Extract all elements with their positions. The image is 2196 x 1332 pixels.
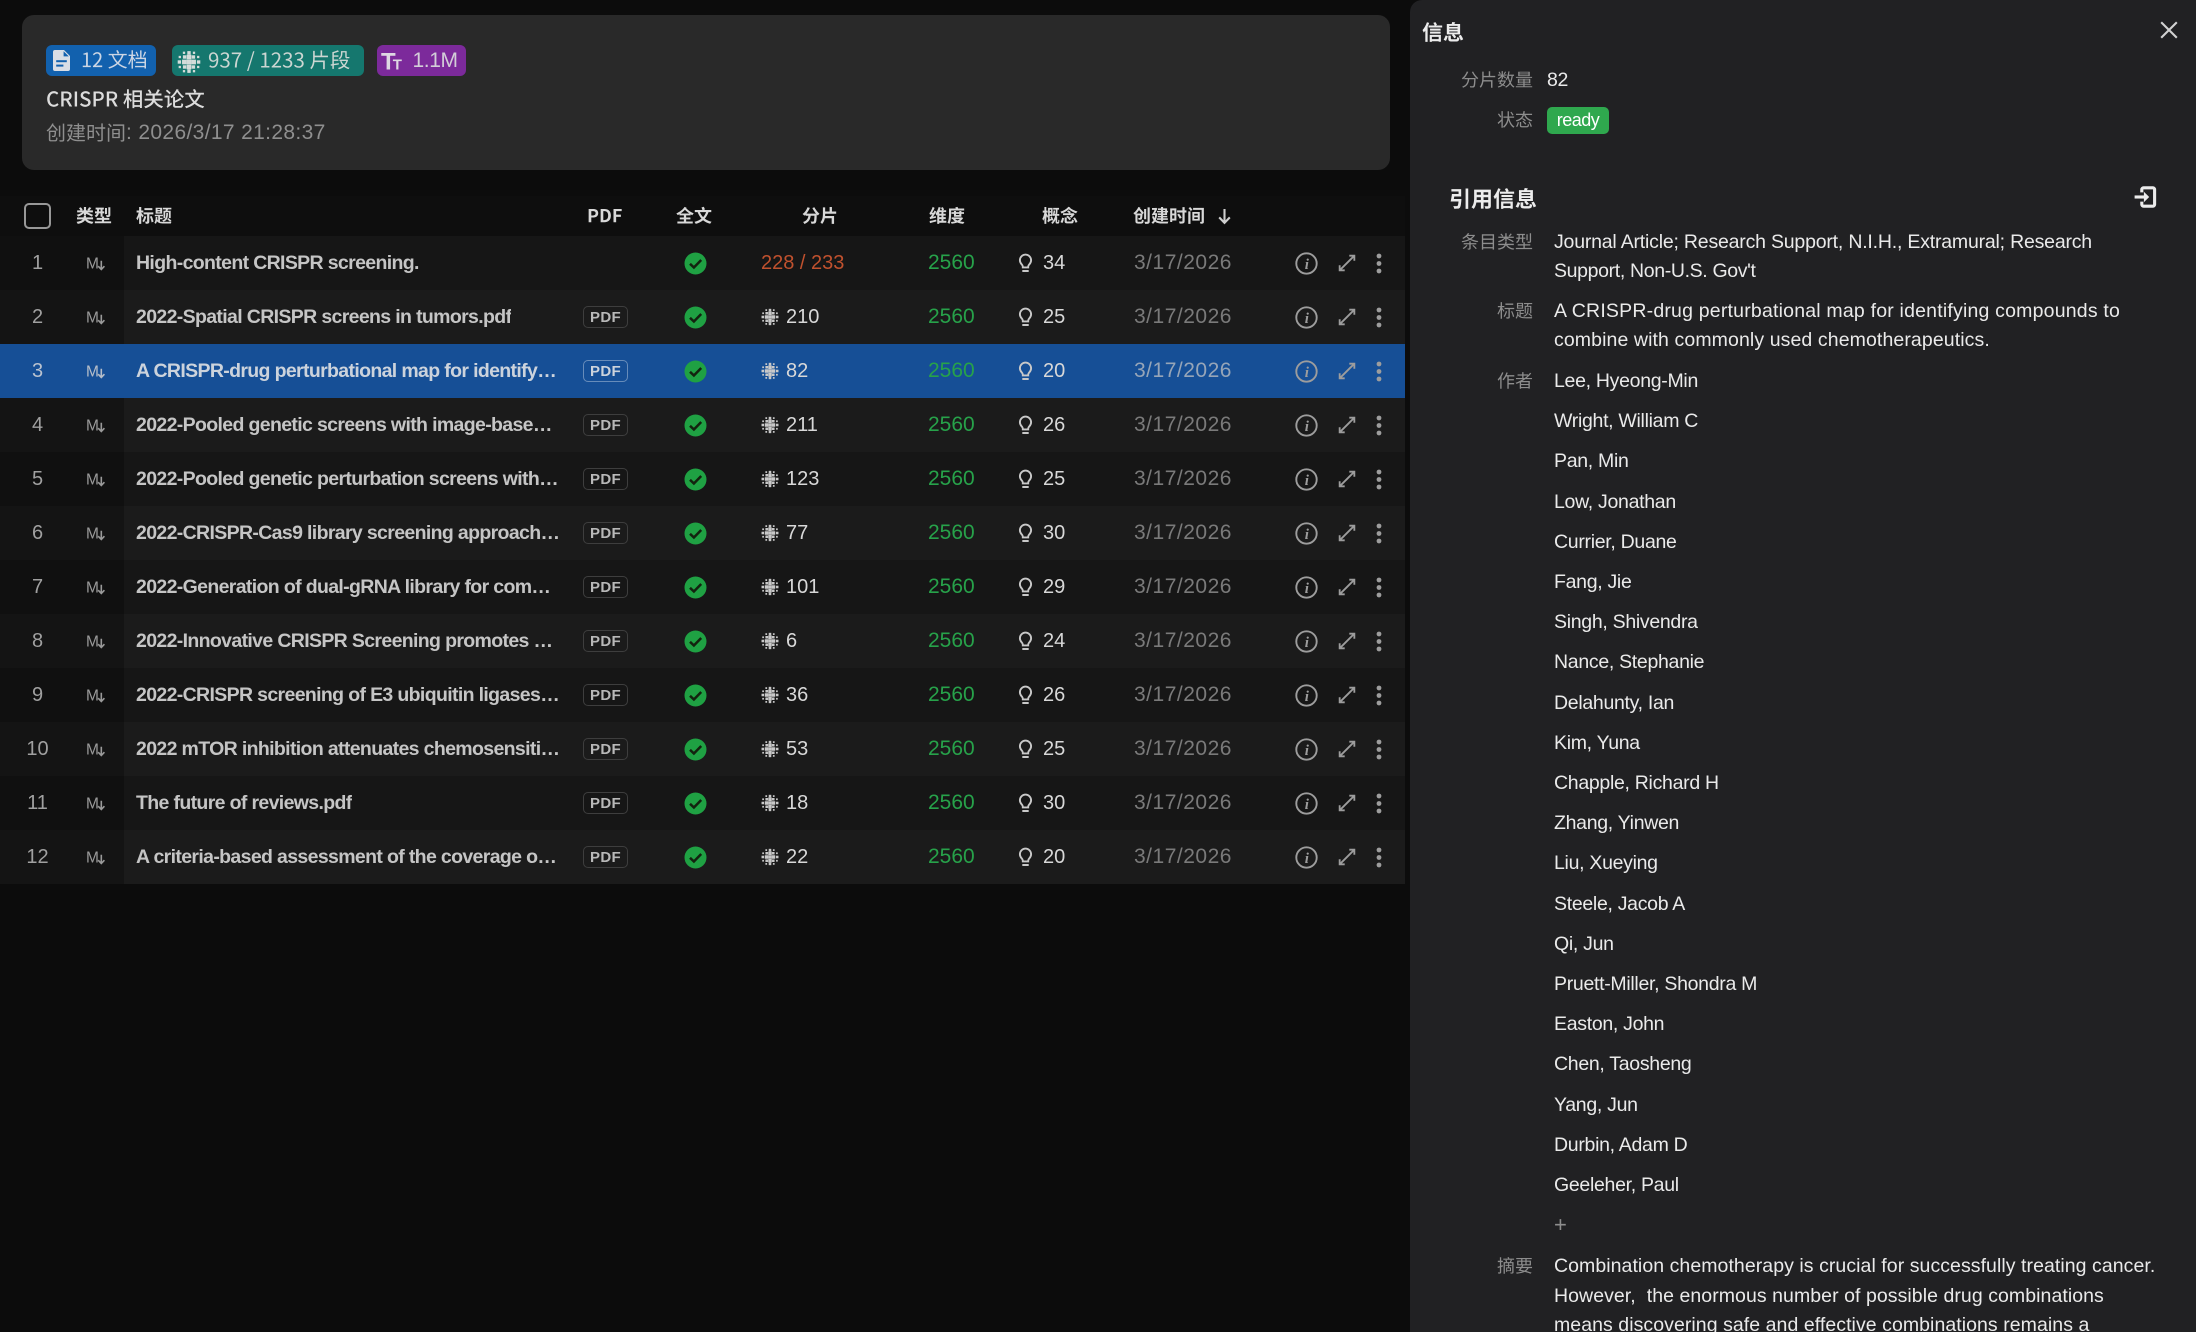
svg-text:M: M	[86, 526, 99, 543]
svg-text:M: M	[86, 796, 99, 813]
svg-text:i: i	[1305, 580, 1310, 596]
svg-text:i: i	[1305, 850, 1310, 866]
svg-text:i: i	[1305, 472, 1310, 488]
svg-text:i: i	[1305, 364, 1310, 380]
svg-text:T: T	[393, 57, 402, 71]
svg-text:M: M	[86, 364, 99, 381]
svg-text:i: i	[1305, 742, 1310, 758]
svg-text:M: M	[86, 580, 99, 597]
svg-text:i: i	[1305, 418, 1310, 434]
svg-text:i: i	[1305, 526, 1310, 542]
svg-text:i: i	[1305, 634, 1310, 650]
svg-text:i: i	[1305, 796, 1310, 812]
svg-text:M: M	[86, 688, 99, 705]
svg-text:M: M	[86, 850, 99, 867]
svg-text:M: M	[86, 418, 99, 435]
svg-text:M: M	[86, 472, 99, 489]
svg-text:M: M	[86, 634, 99, 651]
svg-text:i: i	[1305, 688, 1310, 704]
svg-text:M: M	[86, 256, 99, 273]
svg-text:i: i	[1305, 310, 1310, 326]
svg-text:M: M	[86, 310, 99, 327]
svg-text:M: M	[86, 742, 99, 759]
svg-text:i: i	[1305, 256, 1310, 272]
